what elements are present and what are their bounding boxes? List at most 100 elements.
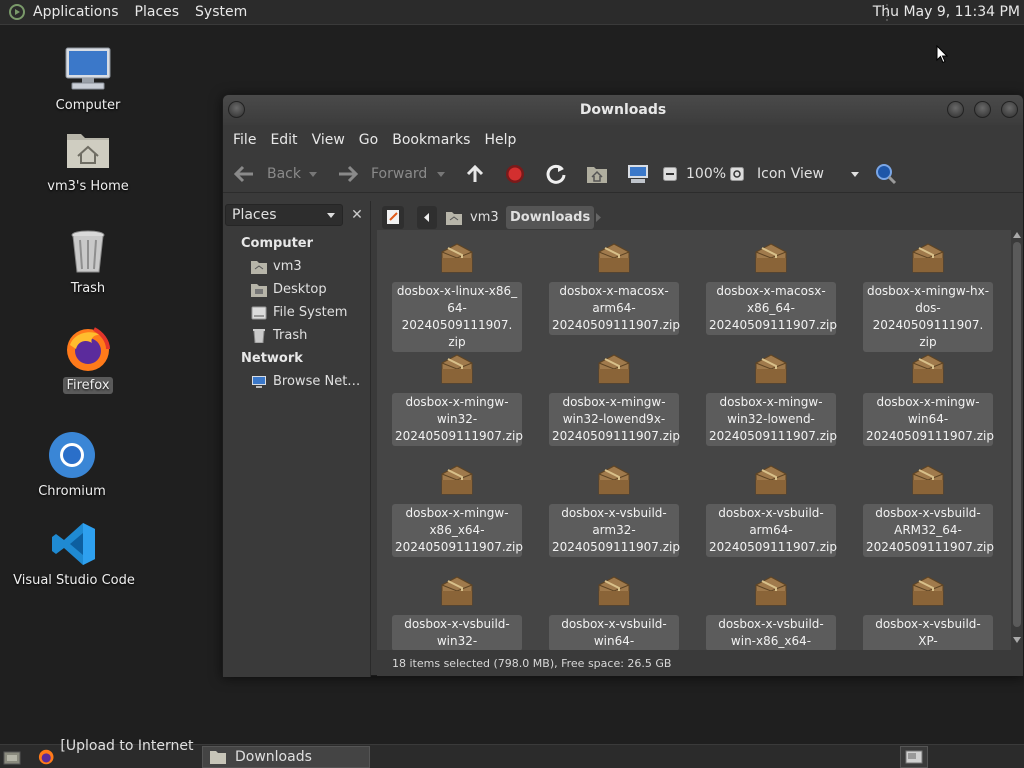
- back-history-dropdown[interactable]: [309, 155, 317, 193]
- file-name-line: dos-20240509111907.: [872, 301, 984, 332]
- file-name-line: dosbox-x-vsbuild-: [875, 506, 981, 520]
- taskbar-item-firefox[interactable]: [Upload to Internet ...: [32, 738, 198, 768]
- desktop-icon-vscode[interactable]: Visual Studio Code: [9, 520, 139, 589]
- sidebar-item-file-system[interactable]: File System: [223, 301, 370, 324]
- applications-menu[interactable]: Applications: [25, 0, 127, 25]
- file-item[interactable]: dosbox-x-vsbuild-win32-: [392, 573, 522, 650]
- home-button[interactable]: [586, 155, 608, 193]
- breadcrumb-scroll-left[interactable]: [417, 206, 437, 229]
- file-item[interactable]: dosbox-x-vsbuild-XP-20240509111907.zip: [863, 573, 993, 650]
- file-item[interactable]: dosbox-x-mingw-win32- 20240509111907.zip: [392, 351, 523, 446]
- back-button[interactable]: Back: [233, 155, 301, 193]
- view-mode-dropdown[interactable]: Icon View: [757, 155, 863, 193]
- zip-archive-icon: [597, 573, 631, 609]
- sidebar-item-label: Trash: [273, 328, 308, 343]
- file-name-line: dosbox-x-macosx-: [716, 284, 826, 298]
- minimize-button[interactable]: [947, 101, 964, 118]
- computer-button[interactable]: [627, 155, 649, 193]
- file-name-line: 20240509111907.zip: [552, 318, 680, 332]
- menu-edit[interactable]: Edit: [264, 132, 303, 148]
- firefox-icon: [64, 325, 112, 373]
- maximize-button[interactable]: [974, 101, 991, 118]
- file-name-line: x86_x64-: [429, 523, 485, 537]
- forward-history-dropdown[interactable]: [437, 155, 445, 193]
- chromium-icon: [48, 431, 96, 479]
- forward-button[interactable]: Forward: [337, 155, 427, 193]
- file-item[interactable]: dosbox-x-mingw-win32-lowend- 202405091119…: [706, 351, 837, 446]
- scrollbar-thumb[interactable]: [1013, 242, 1021, 627]
- close-icon[interactable]: ✕: [347, 205, 367, 225]
- system-menu[interactable]: System: [187, 0, 255, 25]
- sidebar-selector-label: Places: [232, 207, 277, 223]
- file-item[interactable]: dosbox-x-mingw-hx-dos-20240509111907. zip: [863, 240, 993, 352]
- sidebar-item-label: Desktop: [273, 282, 327, 297]
- file-item[interactable]: dosbox-x-mingw-x86_x64- 20240509111907.zi…: [392, 462, 523, 557]
- file-name: dosbox-x-vsbuild-arm64- 20240509111907.zi…: [706, 504, 837, 557]
- sidebar-item-trash[interactable]: Trash: [223, 324, 370, 347]
- breadcrumb-vm3[interactable]: vm3: [442, 206, 503, 229]
- file-name-line: win32-: [436, 412, 478, 426]
- sidebar-item-desktop[interactable]: Desktop: [223, 278, 370, 301]
- desktop-icon-chromium[interactable]: Chromium: [7, 431, 137, 500]
- zoom-in-button[interactable]: [730, 155, 744, 193]
- desktop-icon-label: Firefox: [63, 377, 113, 394]
- window-titlebar[interactable]: Downloads: [223, 95, 1023, 125]
- breadcrumb-scroll-right[interactable]: [591, 206, 605, 229]
- file-item[interactable]: dosbox-x-linux-x86_ 64-20240509111907. zip: [392, 240, 522, 352]
- file-icon-view[interactable]: dosbox-x-linux-x86_ 64-20240509111907. zip…: [377, 230, 1011, 650]
- file-name-line: dosbox-x-mingw-hx-: [866, 284, 990, 298]
- file-name: dosbox-x-macosx-x86_64- 20240509111907.zi…: [706, 282, 837, 335]
- file-item[interactable]: dosbox-x-vsbuild-win-x86_x64-: [706, 573, 836, 650]
- stop-button[interactable]: [505, 155, 525, 193]
- file-item[interactable]: dosbox-x-vsbuild-arm32- 20240509111907.zi…: [549, 462, 680, 557]
- file-name: dosbox-x-linux-x86_ 64-20240509111907. zip: [392, 282, 522, 352]
- sidebar-section-network: Network: [241, 351, 303, 366]
- file-name: dosbox-x-mingw-win32-lowend- 202405091119…: [706, 393, 837, 446]
- top-panel: Applications Places System Thu May 9, 11…: [0, 0, 1024, 25]
- sidebar-item-browse-network[interactable]: Browse Net…: [223, 370, 370, 393]
- file-name: dosbox-x-macosx-arm64- 20240509111907.zip: [549, 282, 680, 335]
- sidebar-item-vm3[interactable]: vm3: [223, 255, 370, 278]
- clock[interactable]: Thu May 9, 11:34 PM: [873, 0, 1020, 25]
- distro-logo-icon[interactable]: [9, 4, 25, 20]
- file-item[interactable]: dosbox-x-vsbuild-win64-: [549, 573, 679, 650]
- zoom-normal-icon: [730, 167, 744, 181]
- taskbar-item-downloads[interactable]: Downloads: [202, 746, 370, 768]
- chevron-down-icon: [309, 171, 317, 177]
- file-name-line: dosbox-x-mingw-: [405, 395, 509, 409]
- reload-button[interactable]: [545, 155, 567, 193]
- file-name-line: 20240509111907.zip: [552, 540, 680, 554]
- close-button[interactable]: [1001, 101, 1018, 118]
- search-button[interactable]: [875, 155, 897, 193]
- desktop-icon-home[interactable]: vm3's Home: [23, 126, 153, 195]
- menu-bookmarks[interactable]: Bookmarks: [386, 132, 476, 148]
- vertical-scrollbar[interactable]: [1011, 230, 1023, 650]
- desktop-icon-trash[interactable]: Trash: [23, 228, 153, 297]
- workspace-switcher[interactable]: [900, 746, 928, 768]
- file-item[interactable]: dosbox-x-mingw-win64- 20240509111907.zip: [863, 351, 994, 446]
- menu-file[interactable]: File: [227, 132, 262, 148]
- file-item[interactable]: dosbox-x-vsbuild- ARM32_64- 20240509111907…: [863, 462, 994, 557]
- desktop-icon-computer[interactable]: Computer: [23, 45, 153, 114]
- file-item[interactable]: dosbox-x-vsbuild-arm64- 20240509111907.zi…: [706, 462, 837, 557]
- file-name-line: x86_64-: [747, 301, 795, 315]
- file-name-line: win32-lowend-: [727, 412, 815, 426]
- toggle-location-button[interactable]: [382, 206, 404, 229]
- show-desktop-button[interactable]: [2, 746, 22, 768]
- file-item[interactable]: dosbox-x-mingw-win32-lowend9x- 2024050911…: [549, 351, 680, 446]
- menu-view[interactable]: View: [306, 132, 351, 148]
- menu-help[interactable]: Help: [478, 132, 522, 148]
- file-item[interactable]: dosbox-x-macosx-x86_64- 20240509111907.zi…: [706, 240, 837, 335]
- places-menu[interactable]: Places: [127, 0, 188, 25]
- sidebar-selector[interactable]: Places: [225, 204, 343, 226]
- file-name-line: 20240509111907.zip: [866, 540, 994, 554]
- breadcrumb-downloads[interactable]: Downloads: [506, 206, 595, 229]
- menu-go[interactable]: Go: [353, 132, 384, 148]
- window-title: Downloads: [579, 102, 667, 118]
- zoom-out-button[interactable]: [663, 155, 677, 193]
- desktop-icon-firefox[interactable]: Firefox: [23, 325, 153, 394]
- up-button[interactable]: [465, 155, 485, 193]
- back-label: Back: [267, 166, 301, 182]
- file-name-line: dosbox-x-mingw-: [405, 506, 509, 520]
- file-item[interactable]: dosbox-x-macosx-arm64- 20240509111907.zip: [549, 240, 680, 335]
